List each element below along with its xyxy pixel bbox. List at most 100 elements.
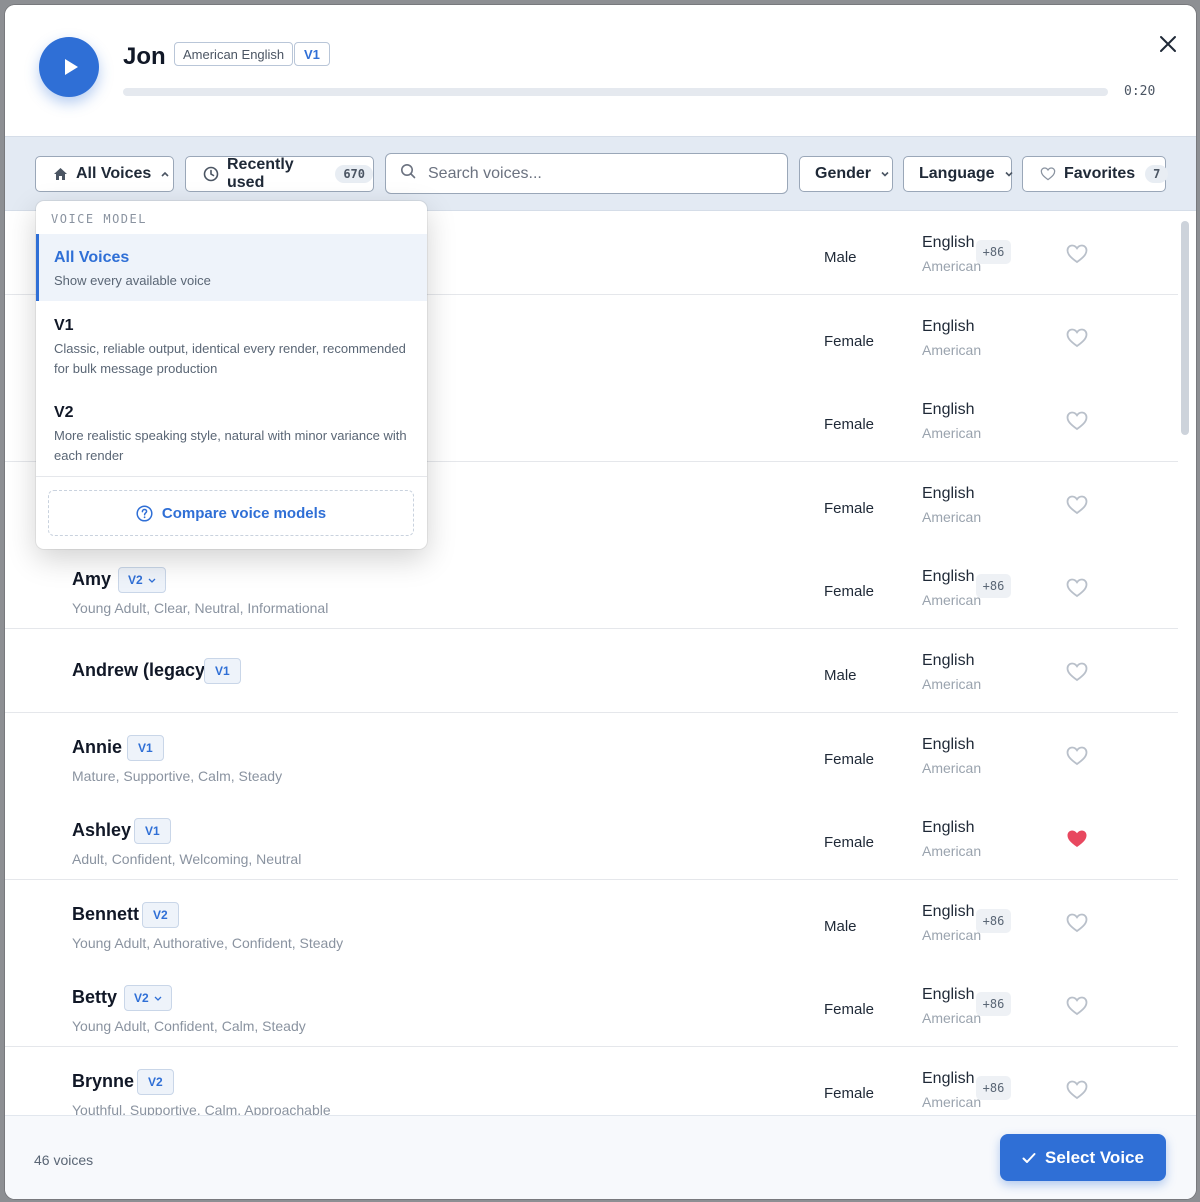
player-header: Jon American English V1 0:20 (5, 5, 1196, 140)
heart-outline-icon[interactable] (1066, 996, 1088, 1016)
voice-description: Young Adult, Confident, Calm, Steady (72, 1018, 306, 1035)
heart-outline-icon[interactable] (1066, 495, 1088, 515)
voice-accent: American (922, 592, 982, 609)
voice-row[interactable]: Annie V1 Mature, Supportive, Calm, Steady F… (5, 712, 1178, 797)
play-button[interactable] (39, 37, 99, 97)
language-tag: American English (174, 42, 294, 66)
voice-count: 46 voices (34, 1152, 94, 1168)
compare-voice-models-button[interactable]: Compare voice models (48, 490, 414, 536)
voice-language: English (922, 735, 975, 753)
heart-outline-icon[interactable] (1066, 746, 1088, 766)
heart-outline-icon[interactable] (1066, 578, 1088, 598)
voice-language: English (922, 484, 975, 502)
gender-filter-button[interactable]: Gender (799, 156, 893, 192)
more-languages-badge[interactable]: +86 (976, 1076, 1011, 1100)
more-languages-badge[interactable]: +86 (976, 240, 1011, 264)
select-voice-label: Select Voice (1045, 1147, 1144, 1167)
heart-outline-icon[interactable] (1066, 662, 1088, 682)
more-languages-badge[interactable]: +86 (976, 992, 1011, 1017)
version-badge: V2 (137, 1069, 174, 1095)
all-voices-button[interactable]: All Voices (35, 156, 174, 192)
heart-filled-icon[interactable] (1066, 829, 1088, 849)
voice-language: English (922, 1070, 975, 1087)
voice-row[interactable]: Betty V2 Young Adult, Confident, Calm, Ste… (5, 963, 1178, 1048)
voice-accent: American (922, 759, 982, 776)
voice-language: English (922, 317, 975, 335)
voice-row[interactable]: Brynne V2 Youthful, Supportive, Calm, Appr… (5, 1047, 1178, 1115)
voice-accent: American (922, 341, 982, 358)
version-badge-label: V1 (215, 664, 230, 678)
chevron-down-icon (880, 171, 890, 177)
version-tag: V1 (294, 42, 330, 66)
option-title: V2 (54, 404, 74, 421)
modal-footer: 46 voices Select Voice (5, 1115, 1196, 1199)
list-scrollbar[interactable] (1181, 221, 1189, 435)
voice-row[interactable]: Andrew (legacy) V1 Male English American (5, 629, 1178, 713)
voice-accent: American (922, 676, 982, 692)
voice-gender: Male (824, 917, 857, 935)
dropdown-option-v1[interactable]: V1 Classic, reliable output, identical e… (36, 301, 427, 388)
dropdown-option-v2[interactable]: V2 More realistic speaking style, natura… (36, 388, 427, 476)
search-icon (400, 163, 416, 184)
voice-language: English (922, 819, 975, 837)
home-icon (53, 167, 68, 181)
heart-outline-icon[interactable] (1066, 913, 1088, 933)
voice-name: Bennett (72, 903, 139, 924)
voice-language: English (922, 401, 975, 419)
voice-name: Ashley (72, 820, 132, 841)
voice-accent: American (922, 258, 982, 274)
version-badge[interactable]: V2 (124, 985, 172, 1012)
voice-gender: Female (824, 1001, 875, 1019)
voice-description: Adult, Confident, Welcoming, Neutral (72, 851, 302, 868)
favorites-label: Favorites (1064, 165, 1136, 182)
option-description: More realistic speaking style, natural w… (54, 428, 407, 463)
voice-name: Brynne (72, 1071, 135, 1091)
compare-label: Compare voice models (161, 504, 327, 522)
voice-name: Andrew (legacy) (72, 660, 212, 680)
recently-used-button[interactable]: Recently used 670 (185, 156, 374, 192)
favorites-count: 7 (1145, 165, 1169, 183)
voice-language: English (922, 652, 975, 669)
voice-language: English (922, 986, 975, 1004)
more-languages-badge[interactable]: +86 (976, 574, 1011, 599)
select-voice-button[interactable]: Select Voice (1000, 1134, 1166, 1181)
version-badge-label: V2 (128, 573, 143, 588)
recently-used-label: Recently used (227, 156, 294, 191)
chevron-up-icon (160, 171, 170, 177)
dropdown-option-all-voices[interactable]: All Voices Show every available voice (36, 234, 427, 301)
heart-outline-icon[interactable] (1066, 244, 1088, 264)
dropdown-heading: VOICE MODEL (51, 212, 147, 226)
playback-time: 0:20 (1124, 84, 1156, 99)
more-languages-badge[interactable]: +86 (976, 908, 1011, 933)
help-circle-icon (136, 504, 153, 522)
version-badge: V2 (142, 901, 179, 928)
language-filter-button[interactable]: Language (903, 156, 1013, 192)
voice-gender: Female (824, 1085, 875, 1102)
version-badge: V1 (134, 818, 171, 845)
chevron-down-icon (154, 996, 162, 1001)
heart-outline-icon[interactable] (1066, 1080, 1088, 1100)
heart-outline-icon[interactable] (1066, 411, 1088, 431)
version-badge-label: V1 (138, 740, 153, 755)
voice-gender: Male (824, 667, 857, 684)
playback-progress-bar[interactable] (123, 88, 1108, 96)
voice-gender: Female (824, 834, 875, 852)
voice-row[interactable]: Bennett V2 Young Adult, Authorative, Confi… (5, 879, 1178, 964)
voice-accent: American (922, 425, 982, 442)
voice-row[interactable]: Amy V2 Young Adult, Clear, Neutral, Inform… (5, 545, 1178, 630)
version-badge[interactable]: V2 (118, 567, 166, 594)
favorites-button[interactable]: Favorites 7 (1022, 156, 1169, 192)
close-icon[interactable] (1157, 33, 1179, 55)
search-input[interactable] (428, 164, 758, 183)
version-badge: V1 (204, 658, 241, 684)
version-badge-label: V2 (134, 991, 149, 1006)
voice-picker-modal: Jon American English V1 0:20 All Voices … (5, 5, 1196, 1199)
version-badge: V1 (127, 734, 164, 761)
search-box[interactable] (385, 153, 788, 194)
voice-description: Mature, Supportive, Calm, Steady (72, 767, 283, 784)
voice-gender: Female (824, 750, 875, 768)
voice-row[interactable]: Ashley V1 Adult, Confident, Welcoming, Neu… (5, 796, 1178, 881)
voice-accent: American (922, 843, 982, 860)
heart-outline-icon[interactable] (1066, 328, 1088, 348)
voice-gender: Male (824, 249, 857, 266)
